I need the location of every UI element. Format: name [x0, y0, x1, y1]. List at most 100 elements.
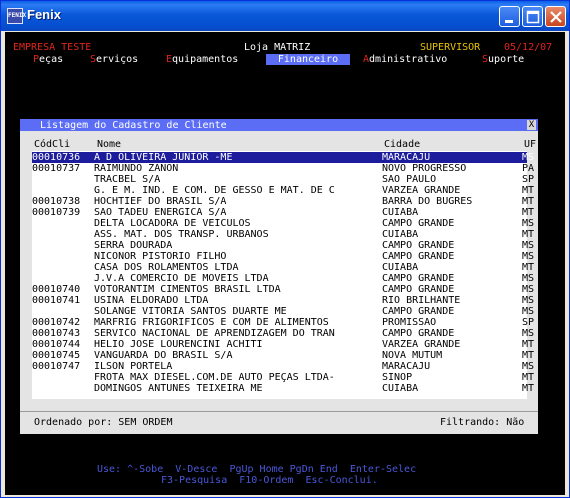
cell-code: 00010742: [32, 317, 81, 328]
cell-name: FROTA MAX DIESEL.COM.DE AUTO PEÇAS LTDA-: [94, 372, 335, 383]
cell-uf: MS: [522, 306, 535, 317]
client-table[interactable]: 00010736 A D OLIVEIRA JUNIOR -ME MARACAJU M…: [32, 151, 534, 399]
cell-name: NICONOR PISTORIO FILHO: [94, 251, 227, 262]
cell-uf: SP: [522, 317, 535, 328]
cell-code: 00010741: [32, 295, 81, 306]
table-row[interactable]: 00010744 HELIO JOSE LOURENCINI ACHITI VARZ…: [32, 339, 534, 350]
cell-name: SERVICO NACIONAL DE APRENDIZAGEM DO TRAN: [94, 328, 335, 339]
cell-code: 00010739: [32, 207, 81, 218]
menu-item-administrativo[interactable]: Administrativo: [363, 54, 447, 65]
client-list-dialog: Listagem do Cadastro de Cliente X CódCli…: [20, 119, 538, 434]
current-date: 05/12/07: [504, 42, 553, 53]
cell-city: CUIABA: [382, 262, 419, 273]
table-row[interactable]: ASS. MAT. DOS TRANSP. URBANOS CUIABA MT: [32, 229, 534, 240]
table-row[interactable]: FROTA MAX DIESEL.COM.DE AUTO PEÇAS LTDA-…: [32, 372, 534, 383]
cell-name: J.V.A COMERCIO DE MOVEIS LTDA: [94, 273, 269, 284]
cell-name: SAO TADEU ENERGICA S/A: [94, 207, 227, 218]
cell-city: RIO BRILHANTE: [382, 295, 461, 306]
minimize-button[interactable]: [499, 6, 520, 27]
menu-label: quipamentos: [172, 54, 239, 65]
cell-code: 00010744: [32, 339, 81, 350]
table-row[interactable]: 00010738 HOCHTIEF DO BRASIL S/A BARRA DO B…: [32, 196, 534, 207]
cell-code: 00010745: [32, 350, 81, 361]
menu-item-equipamentos[interactable]: Equipamentos: [166, 54, 238, 65]
cell-name: HOCHTIEF DO BRASIL S/A: [94, 196, 227, 207]
table-row[interactable]: 00010742 MARFRIG FRIGORIFICOS E COM DE AL…: [32, 317, 534, 328]
cell-city: CUIABA: [382, 383, 419, 394]
maximize-button[interactable]: [522, 6, 543, 27]
table-row[interactable]: 00010745 VANGUARDA DO BRASIL S/A NOVA MUTU…: [32, 350, 534, 361]
cell-city: CAMPO GRANDE: [382, 306, 455, 317]
cell-name: RAIMUNDO ZANON: [94, 163, 179, 174]
cell-city: CAMPO GRANDE: [382, 273, 455, 284]
cell-uf: MS: [522, 251, 535, 262]
cell-name: HELIO JOSE LOURENCINI ACHITI: [94, 339, 263, 350]
column-header-name[interactable]: Nome: [97, 139, 121, 150]
table-row[interactable]: 00010740 VOTORANTIM CIMENTOS BRASIL LTDA C…: [32, 284, 534, 295]
minimize-icon: [505, 20, 513, 23]
cell-city: PROMISSAO: [382, 317, 437, 328]
table-row[interactable]: 00010736 A D OLIVEIRA JUNIOR -ME MARACAJU M…: [32, 152, 534, 163]
column-header-city[interactable]: Cidade: [384, 139, 420, 150]
column-header-uf[interactable]: UF: [524, 139, 536, 150]
cell-name: G. E M. IND. E COM. DE GESSO E MAT. DE C: [94, 185, 335, 196]
cell-uf: MT: [522, 339, 535, 350]
menu-item-suporte[interactable]: Suporte: [482, 54, 524, 65]
cell-city: SAO PAULO: [382, 174, 437, 185]
cell-uf: MT: [522, 262, 535, 273]
dialog-footer: Ordenado por: SEM ORDEM Filtrando: Não: [20, 411, 538, 434]
cell-name: VANGUARDA DO BRASIL S/A: [94, 350, 233, 361]
cell-code: 00010743: [32, 328, 81, 339]
table-row[interactable]: SERRA DOURADA CAMPO GRANDE MS: [32, 240, 534, 251]
cell-name: DOMINGOS ANTUNES TEIXEIRA ME: [94, 383, 263, 394]
cell-uf: MT: [522, 350, 535, 361]
cell-name: SOLANGE VITORIA SANTOS DUARTE ME: [94, 306, 287, 317]
cell-uf: MT: [522, 229, 535, 240]
table-row[interactable]: J.V.A COMERCIO DE MOVEIS LTDA CAMPO GRAND…: [32, 273, 534, 284]
cell-uf: MS: [522, 361, 535, 372]
menu-label: uporte: [488, 54, 525, 65]
cell-city: NOVO PROGRESSO: [382, 163, 467, 174]
table-row[interactable]: DELTA LOCADORA DE VEICULOS CAMPO GRANDE MS: [32, 218, 534, 229]
table-row[interactable]: 00010743 SERVICO NACIONAL DE APRENDIZAGEM…: [32, 328, 534, 339]
cell-uf: MS: [522, 152, 535, 163]
cell-name: CASA DOS ROLAMENTOS LTDA: [94, 262, 239, 273]
table-row[interactable]: CASA DOS ROLAMENTOS LTDA CUIABA MT: [32, 262, 534, 273]
menu-item-financeiro[interactable]: Financeiro: [266, 54, 350, 65]
terminal-screen: EMPRESA TESTE Loja MATRIZ SUPERVISOR 05/…: [5, 32, 565, 495]
table-row[interactable]: 00010739 SAO TADEU ENERGICA S/A CUIABA MT: [32, 207, 534, 218]
cell-city: CUIABA: [382, 207, 419, 218]
cell-city: MARACAJU: [382, 152, 431, 163]
table-row[interactable]: 00010747 ILSON PORTELA MARACAJU MS: [32, 361, 534, 372]
menu-item-pecas[interactable]: Peças: [33, 54, 63, 65]
dialog-panel: CódCli Nome Cidade UF 00010736 A D OLIVEI…: [20, 131, 538, 434]
menu-label: eças: [39, 54, 64, 65]
cell-uf: MS: [522, 295, 535, 306]
close-button[interactable]: [545, 6, 566, 27]
column-header-code[interactable]: CódCli: [34, 139, 70, 150]
cell-uf: MT: [522, 372, 535, 383]
cell-city: CAMPO GRANDE: [382, 218, 455, 229]
dialog-title-bar: Listagem do Cadastro de Cliente X: [20, 119, 538, 131]
cell-city: CAMPO GRANDE: [382, 328, 455, 339]
menu-item-servicos[interactable]: Serviços: [90, 54, 138, 65]
cell-city: NOVA MUTUM: [382, 350, 443, 361]
cell-city: CUIABA: [382, 229, 419, 240]
maximize-icon: [526, 10, 540, 24]
table-row[interactable]: 00010737 RAIMUNDO ZANON NOVO PROGRESSO PA: [32, 163, 534, 174]
table-row[interactable]: 00010741 USINA ELDORADO LTDA RIO BRILHANTE…: [32, 295, 534, 306]
table-row[interactable]: DOMINGOS ANTUNES TEIXEIRA ME CUIABA MT: [32, 383, 534, 394]
cell-name: DELTA LOCADORA DE VEICULOS: [94, 218, 251, 229]
dialog-close-button[interactable]: X: [527, 120, 536, 130]
table-row[interactable]: G. E M. IND. E COM. DE GESSO E MAT. DE C…: [32, 185, 534, 196]
cell-city: BARRA DO BUGRES: [382, 196, 473, 207]
cell-uf: MS: [522, 273, 535, 284]
cell-city: SINOP: [382, 372, 413, 383]
cell-uf: MT: [522, 383, 535, 394]
cell-uf: MT: [522, 207, 535, 218]
title-bar[interactable]: FENIX Fenix: [1, 1, 569, 31]
table-row[interactable]: TRACBEL S/A SAO PAULO SP: [32, 174, 534, 185]
table-row[interactable]: SOLANGE VITORIA SANTOS DUARTE ME CAMPO GR…: [32, 306, 534, 317]
help-line-1: Use: ^-Sobe V-Desce PgUp Home PgDn End E…: [97, 464, 417, 475]
table-row[interactable]: NICONOR PISTORIO FILHO CAMPO GRANDE MS: [32, 251, 534, 262]
